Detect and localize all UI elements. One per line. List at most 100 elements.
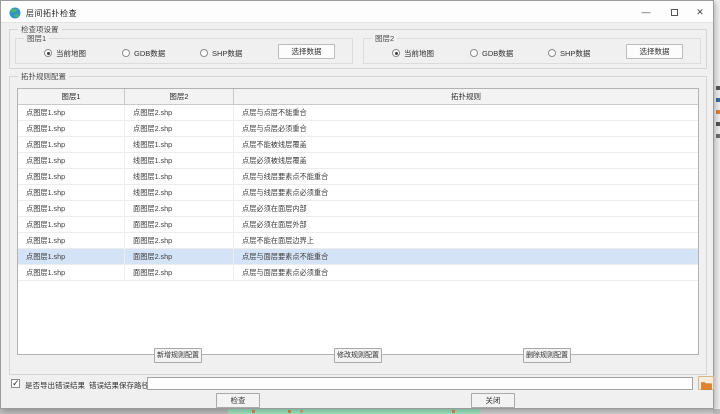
radio-layer1-gdb-data[interactable] [122,49,130,57]
table-cell: 点图层1.shp [18,201,125,216]
browse-folder-button[interactable] [698,376,714,390]
rules-table-header: 图层1 图层2 拓扑规则 [18,89,698,105]
table-cell: 面图层2.shp [125,233,234,248]
screen: 层间拓扑检查 — ✕ 检查项设置 图层1 当前地图 GDB数据 SHP数据 选择… [0,0,720,414]
radio-layer1-current-map[interactable] [44,49,52,57]
table-cell: 点图层1.shp [18,249,125,264]
background-toolbar-icon [716,86,720,90]
background-toolbar-icon [716,110,720,114]
table-cell: 面图层2.shp [125,265,234,280]
table-cell: 点图层1.shp [18,153,125,168]
background-toolbar-icon [716,98,720,102]
table-cell: 面图层2.shp [125,201,234,216]
radio-label-layer2-gdb-data: GDB数据 [482,48,513,59]
app-globe-icon [9,6,21,18]
table-cell: 点层与点层必须重合 [234,121,698,136]
maximize-button[interactable] [661,1,687,23]
table-cell: 线图层1.shp [125,153,234,168]
delete-rule-button[interactable]: 删除规则配置 [523,348,571,363]
table-row[interactable]: 点图层1.shp点图层2.shp点层与点层不能重合 [18,105,698,121]
radio-label-layer1-gdb-data: GDB数据 [134,48,165,59]
add-rule-button[interactable]: 新增规则配置 [154,348,202,363]
radio-layer2-shp-data[interactable] [548,49,556,57]
save-path-input[interactable] [147,377,693,390]
table-row[interactable]: 点图层1.shp面图层2.shp点层必须在面层内部 [18,201,698,217]
table-cell: 点图层1.shp [18,137,125,152]
table-cell: 点层与面层要素点必须重合 [234,265,698,280]
table-cell: 点图层1.shp [18,217,125,232]
background-app-right-strip [713,0,720,414]
table-cell: 点图层1.shp [18,233,125,248]
table-cell: 点图层1.shp [18,105,125,120]
folder-icon [701,381,712,390]
map-green-area [228,409,480,414]
dialog-layer-topology-check: 层间拓扑检查 — ✕ 检查项设置 图层1 当前地图 GDB数据 SHP数据 选择… [0,0,714,409]
table-row[interactable]: 点图层1.shp点图层2.shp点层与点层必须重合 [18,121,698,137]
table-cell: 点层必须被线层覆盖 [234,153,698,168]
modify-rule-button[interactable]: 修改规则配置 [334,348,382,363]
group-topology-rules-legend: 拓扑规则配置 [18,72,69,81]
rules-table: 图层1 图层2 拓扑规则 点图层1.shp点图层2.shp点层与点层不能重合点图… [17,88,699,355]
map-gray-area [480,409,713,414]
column-header-layer1[interactable]: 图层1 [18,89,125,104]
table-cell: 面图层2.shp [125,217,234,232]
table-row[interactable]: 点图层1.shp线图层1.shp点层与线层要素点不能重合 [18,169,698,185]
table-cell: 点图层1.shp [18,121,125,136]
background-map-strip [0,409,720,414]
group-layer1-legend: 图层1 [24,34,49,43]
minimize-button[interactable]: — [633,1,659,23]
background-toolbar-icon [716,122,720,126]
table-row[interactable]: 点图层1.shp线图层1.shp点层不能被线层覆盖 [18,137,698,153]
table-row[interactable]: 点图层1.shp面图层2.shp点层必须在面层外部 [18,217,698,233]
radio-label-layer2-current-map: 当前地图 [404,48,434,59]
table-cell: 点图层1.shp [18,265,125,280]
table-cell: 点图层2.shp [125,105,234,120]
maximize-icon [671,9,678,16]
table-cell: 点层不能在面层边界上 [234,233,698,248]
table-cell: 点层必须在面层外部 [234,217,698,232]
table-cell: 线图层1.shp [125,137,234,152]
radio-label-layer2-shp-data: SHP数据 [560,48,590,59]
table-cell: 点层与线层要素点必须重合 [234,185,698,200]
column-header-rule[interactable]: 拓扑规则 [234,89,698,104]
table-cell: 点层与点层不能重合 [234,105,698,120]
table-row[interactable]: 点图层1.shp线图层2.shp点层与线层要素点必须重合 [18,185,698,201]
table-cell: 点图层2.shp [125,121,234,136]
table-body: 点图层1.shp点图层2.shp点层与点层不能重合点图层1.shp点图层2.sh… [18,105,698,281]
table-cell: 点层与面层要素点不能重合 [234,249,698,264]
titlebar: 层间拓扑检查 — ✕ [1,1,713,23]
table-cell: 点图层1.shp [18,185,125,200]
radio-layer1-shp-data[interactable] [200,49,208,57]
table-row[interactable]: 点图层1.shp线图层1.shp点层必须被线层覆盖 [18,153,698,169]
table-cell: 点层必须在面层内部 [234,201,698,216]
table-cell: 点层不能被线层覆盖 [234,137,698,152]
map-feature-dot [288,410,291,413]
check-button[interactable]: 检查 [216,393,260,408]
export-errors-checkbox[interactable] [11,379,20,388]
map-feature-dot [300,410,303,413]
close-icon[interactable]: ✕ [687,1,713,23]
layer2-select-data-button[interactable]: 选择数据 [626,44,683,59]
table-cell: 点层与线层要素点不能重合 [234,169,698,184]
radio-layer2-current-map[interactable] [392,49,400,57]
table-row[interactable]: 点图层1.shp面图层2.shp点层不能在面层边界上 [18,233,698,249]
table-cell: 线图层1.shp [125,169,234,184]
table-cell: 点图层1.shp [18,169,125,184]
radio-label-layer1-shp-data: SHP数据 [212,48,242,59]
save-path-label: 错误结果保存路径: [89,380,151,391]
map-feature-dot [452,410,455,413]
table-cell: 线图层2.shp [125,185,234,200]
radio-layer2-gdb-data[interactable] [470,49,478,57]
export-errors-label: 是否导出错误结果 [25,380,85,391]
table-row[interactable]: 点图层1.shp面图层2.shp点层与面层要素点不能重合 [18,249,698,265]
group-layer2-legend: 图层2 [372,34,397,43]
background-toolbar-icon [716,134,720,138]
window-title: 层间拓扑检查 [26,8,77,19]
group-check-settings-legend: 检查项设置 [18,25,62,34]
table-row[interactable]: 点图层1.shp面图层2.shp点层与面层要素点必须重合 [18,265,698,281]
radio-label-layer1-current-map: 当前地图 [56,48,86,59]
close-button[interactable]: 关闭 [471,393,515,408]
column-header-layer2[interactable]: 图层2 [125,89,234,104]
table-cell: 面图层2.shp [125,249,234,264]
layer1-select-data-button[interactable]: 选择数据 [278,44,335,59]
